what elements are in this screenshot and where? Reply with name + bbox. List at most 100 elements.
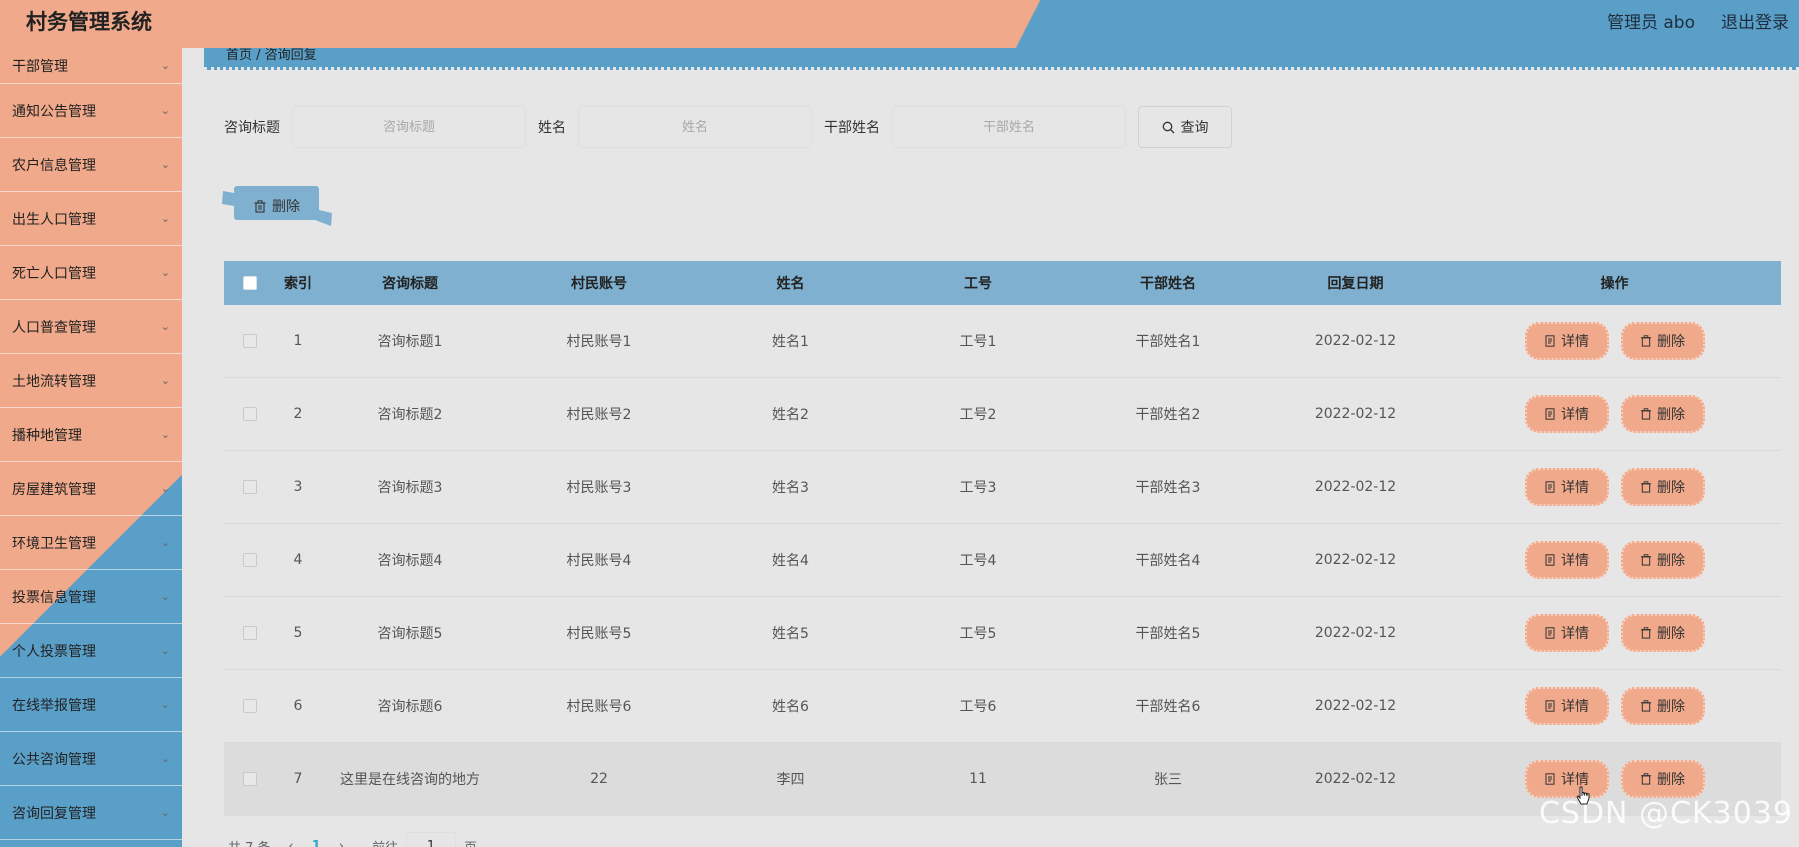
chevron-down-icon: ⌄ — [160, 806, 170, 819]
cell-number: 工号1 — [959, 334, 997, 350]
delete-button[interactable]: 删除 — [1620, 468, 1705, 506]
row-select-cell — [224, 626, 276, 640]
detail-button[interactable]: 详情 — [1524, 760, 1609, 798]
cell-staff: 张三 — [1154, 772, 1182, 788]
trash-icon — [1640, 627, 1652, 639]
header-background — [0, 0, 1799, 48]
sidebar-item-vote-info[interactable]: 投票信息管理 ⌄ — [0, 570, 182, 624]
title-label: 咨询标题 — [224, 120, 280, 136]
cell-number: 工号4 — [959, 553, 997, 569]
header-title: 咨询标题 — [382, 276, 438, 292]
chevron-down-icon: ⌄ — [160, 59, 170, 72]
cell-date: 2022-02-12 — [1314, 698, 1397, 714]
detail-button[interactable]: 详情 — [1524, 541, 1609, 579]
row-checkbox[interactable] — [243, 553, 257, 567]
row-checkbox[interactable] — [243, 334, 257, 348]
row-checkbox[interactable] — [243, 480, 257, 494]
sidebar-item-birth[interactable]: 出生人口管理 ⌄ — [0, 192, 182, 246]
row-select-cell — [224, 334, 276, 348]
trash-icon — [1640, 773, 1652, 785]
detail-label: 详情 — [1561, 699, 1589, 715]
chevron-down-icon: ⌄ — [160, 536, 170, 549]
chevron-down-icon: ⌄ — [160, 698, 170, 711]
document-icon — [1545, 773, 1555, 785]
chevron-down-icon: ⌄ — [160, 752, 170, 765]
sidebar-item-personal-vote[interactable]: 个人投票管理 ⌄ — [0, 624, 182, 678]
sidebar-item-label: 环境卫生管理 — [12, 535, 96, 552]
delete-button[interactable]: 删除 — [1620, 760, 1705, 798]
trash-icon — [1640, 554, 1652, 566]
cell-staff: 干部姓名4 — [1135, 553, 1201, 569]
sidebar-item-report[interactable]: 在线举报管理 ⌄ — [0, 678, 182, 732]
sidebar-item-housing[interactable]: 房屋建筑管理 ⌄ — [0, 462, 182, 516]
detail-button[interactable]: 详情 — [1524, 614, 1609, 652]
detail-label: 详情 — [1561, 626, 1589, 642]
select-all-checkbox[interactable] — [243, 276, 257, 290]
sidebar-item-death[interactable]: 死亡人口管理 ⌄ — [0, 246, 182, 300]
sidebar-item-cadre[interactable]: 干部管理 ⌄ — [0, 48, 182, 84]
table-row: 4 咨询标题4 村民账号4 姓名4 工号4 干部姓名4 2022-02-12 详情 删除 — [224, 524, 1781, 597]
mouse-pointer-icon — [1576, 786, 1590, 805]
delete-button[interactable]: 删除 — [1620, 541, 1705, 579]
staff-label: 干部姓名 — [824, 120, 880, 136]
query-button[interactable]: 查询 — [1138, 106, 1232, 148]
sidebar-item-sanitation[interactable]: 环境卫生管理 ⌄ — [0, 516, 182, 570]
detail-button[interactable]: 详情 — [1524, 395, 1609, 433]
delete-label: 删除 — [1657, 626, 1685, 642]
row-checkbox[interactable] — [243, 772, 257, 786]
sidebar: 干部管理 ⌄ 通知公告管理 ⌄ 农户信息管理 ⌄ 出生人口管理 ⌄ 死亡人口管理 ⌄ 人口… — [0, 48, 182, 847]
sidebar-item-land[interactable]: 土地流转管理 ⌄ — [0, 354, 182, 408]
header-actions: 管理员 abo 退出登录 — [1607, 8, 1789, 33]
header-name: 姓名 — [776, 276, 805, 292]
row-checkbox[interactable] — [243, 626, 257, 640]
sidebar-item-sowing[interactable]: 播种地管理 ⌄ — [0, 408, 182, 462]
delete-button[interactable]: 删除 — [1620, 614, 1705, 652]
prev-page-icon[interactable]: ‹ — [289, 839, 294, 847]
detail-label: 详情 — [1561, 480, 1589, 496]
pagination: 共 7 条 ‹ 1 › 前往 页 — [228, 832, 477, 847]
delete-button[interactable]: 删除 — [1620, 687, 1705, 725]
sidebar-item-notice[interactable]: 通知公告管理 ⌄ — [0, 84, 182, 138]
chevron-down-icon: ⌄ — [160, 482, 170, 495]
page-number[interactable]: 1 — [312, 839, 321, 847]
delete-button[interactable]: 删除 — [1620, 395, 1705, 433]
cell-account: 村民账号2 — [566, 407, 632, 423]
sidebar-item-label: 干部管理 — [12, 58, 68, 75]
cell-name: 姓名6 — [772, 699, 809, 715]
cell-ops: 详情 删除 — [1448, 541, 1781, 579]
cell-account: 村民账号3 — [566, 480, 632, 496]
cell-ops: 详情 删除 — [1448, 468, 1781, 506]
next-page-icon[interactable]: › — [339, 839, 344, 847]
document-icon — [1545, 700, 1555, 712]
table-row: 6 咨询标题6 村民账号6 姓名6 工号6 干部姓名6 2022-02-12 详情 删除 — [224, 670, 1781, 743]
header-date: 回复日期 — [1327, 276, 1384, 292]
cell-index: 1 — [293, 333, 303, 349]
query-label: 查询 — [1180, 120, 1209, 136]
sidebar-item-farmer[interactable]: 农户信息管理 ⌄ — [0, 138, 182, 192]
sidebar-item-label: 农户信息管理 — [12, 157, 96, 174]
detail-button[interactable]: 详情 — [1524, 687, 1609, 725]
cell-staff: 干部姓名1 — [1135, 334, 1201, 350]
cell-account: 村民账号5 — [566, 626, 632, 642]
staff-search-input[interactable] — [892, 106, 1126, 148]
name-search-input[interactable] — [578, 106, 812, 148]
sidebar-item-consult[interactable]: 公共咨询管理 ⌄ — [0, 732, 182, 786]
current-user[interactable]: 管理员 abo — [1607, 8, 1695, 33]
title-search-input[interactable] — [292, 106, 526, 148]
sidebar-item-consult-reply[interactable]: 咨询回复管理 ⌄ — [0, 786, 182, 840]
sidebar-item-label: 播种地管理 — [12, 427, 82, 444]
detail-label: 详情 — [1561, 553, 1589, 569]
logout-link[interactable]: 退出登录 — [1721, 8, 1789, 33]
search-icon — [1162, 121, 1174, 133]
row-checkbox[interactable] — [243, 407, 257, 421]
cell-date: 2022-02-12 — [1314, 406, 1397, 422]
delete-button[interactable]: 删除 — [1620, 322, 1705, 360]
row-checkbox[interactable] — [243, 699, 257, 713]
goto-page-input[interactable] — [406, 832, 457, 847]
cell-ops: 详情 删除 — [1448, 395, 1781, 433]
sidebar-item-census[interactable]: 人口普查管理 ⌄ — [0, 300, 182, 354]
detail-button[interactable]: 详情 — [1524, 322, 1609, 360]
detail-button[interactable]: 详情 — [1524, 468, 1609, 506]
batch-delete-button[interactable]: 删除 — [222, 186, 332, 226]
cell-account: 村民账号6 — [566, 699, 632, 715]
